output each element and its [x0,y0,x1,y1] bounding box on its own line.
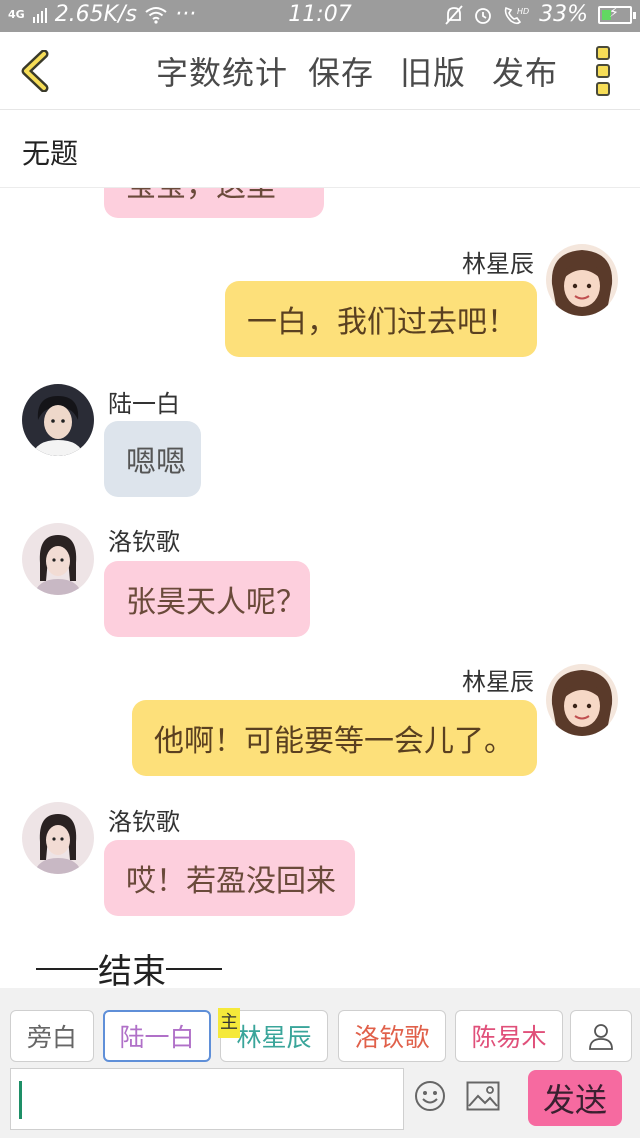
speaker-name: 林星辰 [462,250,534,278]
chevron-left-icon [21,49,49,93]
message-text: 宝宝，这里 [126,188,276,205]
emoji-button[interactable] [414,1080,446,1112]
image-button[interactable] [466,1081,500,1111]
emoji-icon [415,1081,445,1111]
publish-button[interactable]: 发布 [492,48,558,94]
speaker-name: 林星辰 [462,668,534,696]
text-cursor [19,1081,22,1119]
charging-icon: ⚡ [609,4,619,21]
role-label: 林星辰 [236,1023,312,1052]
avatar-boy-icon [22,384,94,456]
message-text: 一白，我们过去吧！ [247,305,517,340]
role-selector-bar: 旁白 陆一白 林星辰 主 洛钦歌 陈易木 [0,988,640,1064]
message-bubble[interactable]: 他啊！可能要等一会儿了。 [132,700,537,776]
message-text: 嗯嗯 [126,445,186,480]
divider [166,967,222,970]
message-text: 张昊天人呢？ [126,585,306,620]
battery-text: 33% [539,2,588,27]
person-icon [589,1024,613,1050]
chat-area[interactable]: 宝宝，这里 林星辰 一白，我们过去吧！ 陆一白 嗯嗯 [0,188,640,988]
back-button[interactable] [18,49,54,93]
role-narration-button[interactable]: 旁白 [10,1010,94,1062]
role-luo-qinge-button[interactable]: 洛钦歌 [338,1010,446,1062]
role-chen-yimu-button[interactable]: 陈易木 [455,1010,563,1062]
avatar[interactable] [22,523,94,595]
role-label: 陆一白 [119,1023,195,1052]
main-character-badge: 主 [218,1008,240,1038]
mute-icon [445,4,463,25]
top-nav: 字数统计 保存 旧版 发布 [0,32,640,110]
message-bubble[interactable]: 宝宝，这里 [104,188,324,218]
manage-roles-button[interactable] [570,1010,632,1062]
avatar-girl-icon [22,523,94,595]
avatar[interactable] [22,384,94,456]
alarm-icon [475,7,491,24]
avatar-girl-icon [22,802,94,874]
role-lu-yibai-button[interactable]: 陆一白 [103,1010,211,1062]
image-icon [466,1081,500,1111]
avatar-girl-icon [546,664,618,736]
story-title-bar[interactable]: 无题 [0,110,640,188]
end-marker: 结束 [36,944,222,988]
message-bubble[interactable]: 一白，我们过去吧！ [225,281,537,357]
more-dot [596,46,610,60]
old-version-button[interactable]: 旧版 [400,48,466,94]
save-button[interactable]: 保存 [308,48,374,94]
composer-bar: 发送 [0,1064,640,1138]
divider [36,967,98,970]
status-bar: 4G 2.65K/s ··· 11:07 HD 33% ⚡ [0,0,640,32]
avatar[interactable] [546,664,618,736]
speaker-name: 洛钦歌 [108,528,180,556]
svg-text:HD: HD [517,7,529,16]
message-bubble[interactable]: 张昊天人呢？ [104,561,310,637]
word-count-button[interactable]: 字数统计 [156,48,288,94]
avatar[interactable] [546,244,618,316]
role-label: 陈易木 [471,1023,547,1052]
message-bubble[interactable]: 哎！若盈没回来 [104,840,355,916]
message-text: 哎！若盈没回来 [126,864,336,899]
more-dot [596,64,610,78]
more-dot [596,82,610,96]
send-button[interactable]: 发送 [528,1070,622,1126]
speaker-name: 陆一白 [108,390,180,418]
message-bubble[interactable]: 嗯嗯 [104,421,201,497]
role-label: 洛钦歌 [354,1023,430,1052]
role-label: 旁白 [26,1023,77,1052]
end-text: 结束 [98,952,166,988]
message-text: 他啊！可能要等一会儿了。 [154,724,514,759]
status-right: HD 33% ⚡ [445,2,636,27]
story-title: 无题 [22,137,79,170]
message-input[interactable] [10,1068,404,1130]
speaker-name: 洛钦歌 [108,808,180,836]
hd-call-icon: HD [504,6,529,24]
more-menu-button[interactable] [596,46,614,96]
avatar[interactable] [22,802,94,874]
avatar-girl-icon [546,244,618,316]
battery-icon: ⚡ [598,4,636,24]
